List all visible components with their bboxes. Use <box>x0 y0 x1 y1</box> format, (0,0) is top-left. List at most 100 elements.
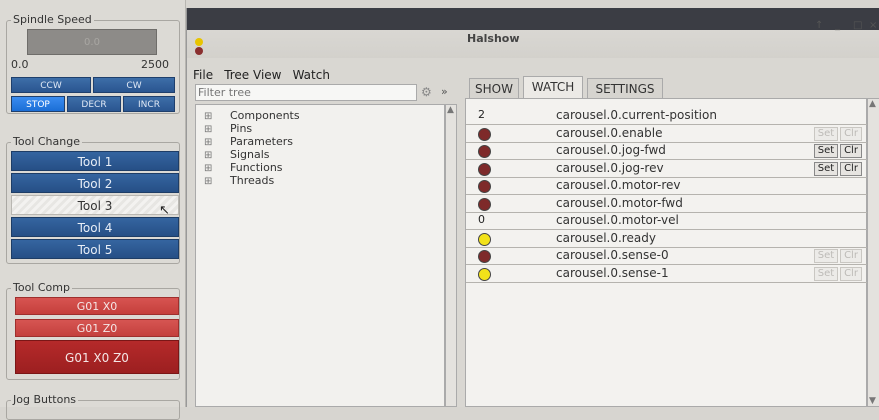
cw-button[interactable]: CW <box>93 77 175 93</box>
watch-pin-name: carousel.0.jog-fwd <box>556 143 666 157</box>
menu-file[interactable]: File <box>193 68 213 82</box>
close-icon[interactable]: × <box>869 20 877 31</box>
expand-plus-icon[interactable]: ⊞ <box>204 163 230 174</box>
watch-row: carousel.0.enable Set Clr <box>466 125 868 143</box>
watch-row: carousel.0.sense-0 Set Clr <box>466 247 868 265</box>
tool-2-button[interactable]: Tool 2 <box>11 173 179 193</box>
tool-4-button[interactable]: Tool 4 <box>11 217 179 237</box>
tool-3-button[interactable]: Tool 3 <box>11 195 179 215</box>
watch-scrollbar[interactable]: ▲ ▼ <box>867 98 879 407</box>
expand-plus-icon[interactable]: ⊞ <box>204 150 230 161</box>
watch-value: 0 <box>478 213 485 226</box>
set-button: Set <box>814 249 838 263</box>
spindle-speed-group: Spindle Speed 0.0 0.0 2500 CCW CW STOP D… <box>6 13 180 114</box>
watch-row: carousel.0.motor-rev <box>466 177 868 195</box>
watch-row: carousel.0.motor-fwd <box>466 195 868 213</box>
led-on-icon <box>478 267 491 281</box>
set-button: Set <box>814 126 838 141</box>
tree-item-pins[interactable]: ⊞ Pins <box>196 122 444 135</box>
led-off-icon <box>478 127 491 141</box>
expand-plus-icon[interactable]: ⊞ <box>204 176 230 187</box>
spindle-range-min: 0.0 <box>11 58 29 71</box>
g01-x0-button[interactable]: G01 X0 <box>15 297 179 315</box>
watch-row: carousel.0.jog-fwd Set Clr <box>466 142 868 160</box>
tool-5-button[interactable]: Tool 5 <box>11 239 179 259</box>
watch-row: carousel.0.jog-rev Set Clr <box>466 160 868 178</box>
watch-pin-name: carousel.0.motor-vel <box>556 213 679 227</box>
decr-button[interactable]: DECR <box>67 96 121 112</box>
tab-watch[interactable]: WATCH <box>523 76 583 98</box>
watch-pin-name: carousel.0.sense-0 <box>556 248 669 262</box>
tree-item-components[interactable]: ⊞ Components <box>196 109 444 122</box>
halshow-app-icon <box>193 38 205 56</box>
menu-bar: File Tree View Watch <box>193 64 336 82</box>
gear-icon[interactable]: ⚙ <box>421 85 432 99</box>
control-panel: Spindle Speed 0.0 0.0 2500 CCW CW STOP D… <box>0 0 186 420</box>
watch-pin-name: carousel.0.sense-1 <box>556 265 669 280</box>
scroll-up-icon[interactable]: ▲ <box>869 99 876 109</box>
menu-watch[interactable]: Watch <box>293 68 330 82</box>
spindle-speed-title: Spindle Speed <box>11 13 94 26</box>
tool-change-group: Tool Change Tool 1 Tool 2 Tool 3 Tool 4 … <box>6 135 180 264</box>
tree-item-threads[interactable]: ⊞ Threads <box>196 174 444 187</box>
clr-button[interactable]: Clr <box>840 144 862 158</box>
set-button[interactable]: Set <box>814 161 838 176</box>
maximize-icon[interactable]: □ <box>853 20 862 31</box>
watch-list: 2 carousel.0.current-position carousel.0.e… <box>465 98 868 407</box>
scroll-down-icon[interactable]: ▼ <box>869 396 876 406</box>
led-off-icon <box>478 162 491 176</box>
watch-pin-name: carousel.0.motor-rev <box>556 178 681 192</box>
filter-tree-input[interactable] <box>195 84 417 101</box>
led-off-icon <box>478 180 491 193</box>
incr-button[interactable]: INCR <box>123 96 175 112</box>
watch-pin-name: carousel.0.current-position <box>556 108 717 122</box>
tab-show[interactable]: SHOW <box>469 78 519 98</box>
title-bar: Halshow ↑ _ □ × <box>187 8 879 58</box>
tool-comp-group: Tool Comp G01 X0 G01 Z0 G01 X0 Z0 <box>6 281 180 380</box>
tree-item-functions[interactable]: ⊞ Functions <box>196 161 444 174</box>
tree-item-signals[interactable]: ⊞ Signals <box>196 148 444 161</box>
spindle-speed-display: 0.0 <box>27 29 157 55</box>
g01-z0-button[interactable]: G01 Z0 <box>15 319 179 337</box>
tab-settings[interactable]: SETTINGS <box>587 78 663 98</box>
tool-change-title: Tool Change <box>11 135 82 148</box>
tree-item-parameters[interactable]: ⊞ Parameters <box>196 135 444 148</box>
jog-buttons-title: Jog Buttons <box>11 393 79 406</box>
spindle-range-max: 2500 <box>141 58 169 71</box>
expand-plus-icon[interactable]: ⊞ <box>204 137 230 148</box>
hal-tree: ⊞ Components ⊞ Pins ⊞ Parameters ⊞ Signals ⊞… <box>195 104 445 407</box>
watch-value: 2 <box>478 108 485 121</box>
window-top-strip <box>187 8 879 30</box>
clr-button[interactable]: Clr <box>840 161 862 176</box>
watch-pin-name: carousel.0.motor-fwd <box>556 195 683 210</box>
ccw-button[interactable]: CCW <box>11 77 91 93</box>
window-title: Halshow <box>467 32 520 45</box>
arrow-up-icon[interactable]: ↑ <box>815 20 823 31</box>
expand-icon[interactable]: » <box>441 85 448 98</box>
jog-buttons-group: Jog Buttons <box>6 393 180 420</box>
watch-row: 2 carousel.0.current-position <box>466 107 868 125</box>
g01-x0-z0-button[interactable]: G01 X0 Z0 <box>15 340 179 374</box>
clr-button: Clr <box>840 249 862 263</box>
led-off-icon <box>478 145 491 158</box>
led-on-icon <box>478 232 491 246</box>
watch-row: carousel.0.sense-1 Set Clr <box>466 265 868 283</box>
led-off-icon <box>478 197 491 211</box>
scroll-up-icon[interactable]: ▲ <box>447 105 454 115</box>
watch-row: carousel.0.ready <box>466 230 868 248</box>
watch-pin-name: carousel.0.ready <box>556 230 656 245</box>
watch-row: 0 carousel.0.motor-vel <box>466 212 868 230</box>
tool-comp-title: Tool Comp <box>11 281 72 294</box>
expand-plus-icon[interactable]: ⊞ <box>204 111 230 122</box>
menu-tree-view[interactable]: Tree View <box>224 68 281 82</box>
watch-pin-name: carousel.0.enable <box>556 125 663 140</box>
tool-1-button[interactable]: Tool 1 <box>11 151 179 171</box>
set-button[interactable]: Set <box>814 144 838 158</box>
mouse-cursor-icon: ↖ <box>159 203 170 218</box>
watch-pane: SHOW WATCH SETTINGS 2 carousel.0.current-… <box>465 76 879 407</box>
stop-button[interactable]: STOP <box>11 96 65 112</box>
halshow-window: Halshow ↑ _ □ × File Tree View Watch ⚙ »… <box>186 8 879 407</box>
tree-scrollbar[interactable]: ▲ <box>445 104 457 407</box>
expand-plus-icon[interactable]: ⊞ <box>204 124 230 135</box>
minimize-icon[interactable]: _ <box>835 20 840 31</box>
